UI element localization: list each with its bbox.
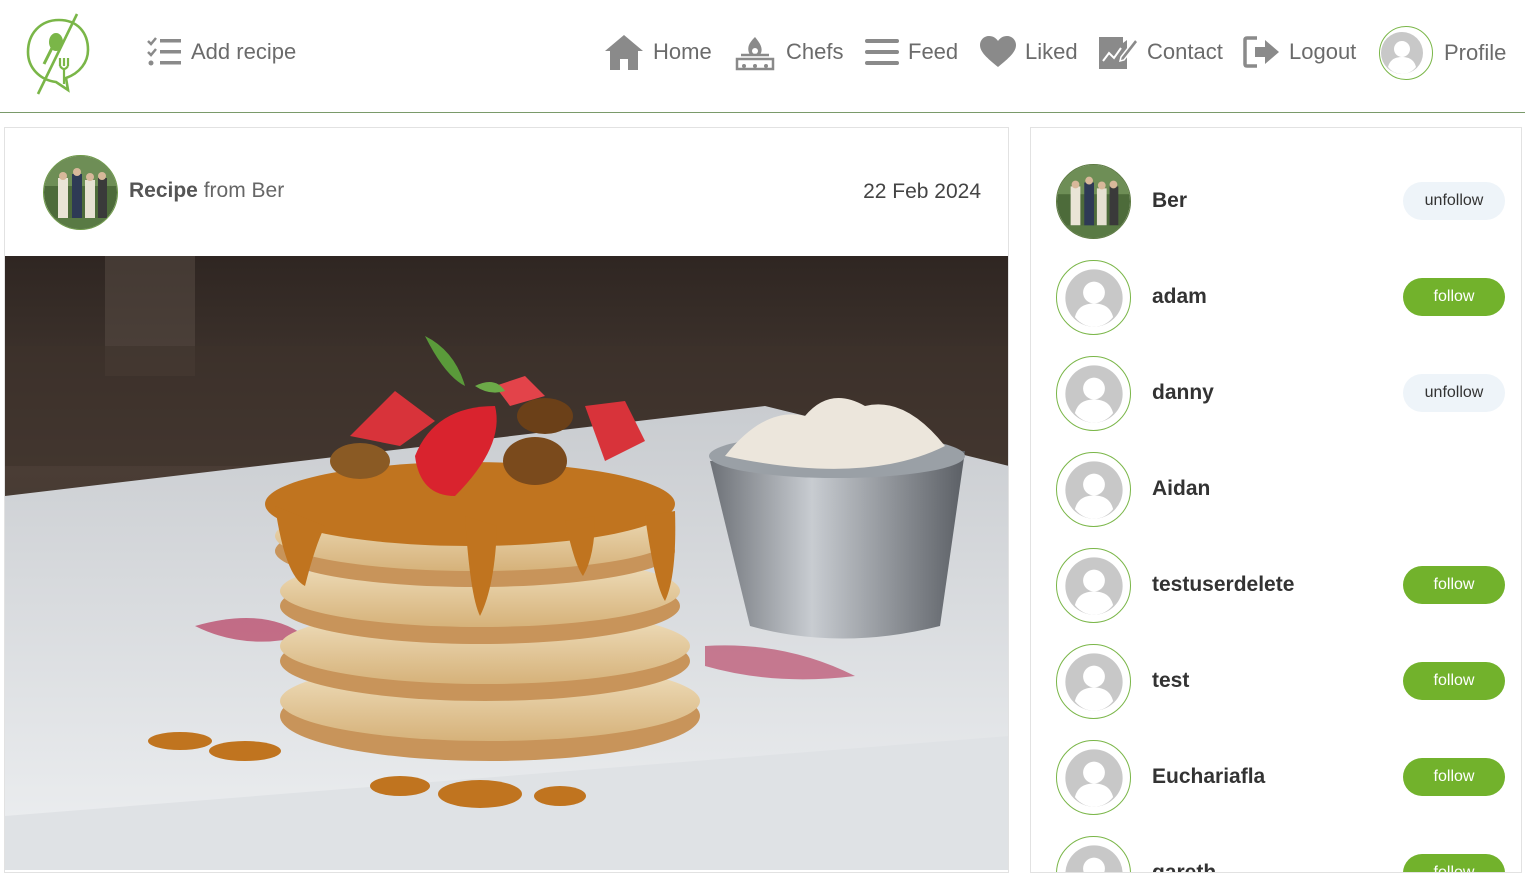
nav-home[interactable]: Home [603,30,712,74]
default-user-icon [1064,844,1123,872]
follow-button[interactable]: follow [1403,278,1505,316]
checklist-icon [147,37,181,66]
logout-icon [1243,36,1279,68]
default-user-icon [1064,748,1123,807]
chefs-sidebar: Ber unfollow adam follow danny unfollow [1030,127,1522,873]
chef-stove-icon [735,37,775,71]
chef-avatar[interactable] [1056,356,1131,431]
nav-logout-label: Logout [1289,39,1357,64]
default-user-icon [1064,460,1123,519]
top-navbar: Add recipe Home Chefs Feed Liked Contact… [0,0,1525,113]
follow-button[interactable]: follow [1403,854,1505,872]
heart-icon [980,36,1016,67]
chef-avatar[interactable] [1056,644,1131,719]
post-title-author: from Ber [197,179,285,202]
default-user-icon [1381,32,1423,74]
unfollow-button[interactable]: unfollow [1403,374,1505,412]
chef-name[interactable]: danny [1152,381,1214,405]
post-date: 22 Feb 2024 [863,180,981,203]
chef-row: danny unfollow [1031,354,1521,434]
post-header: Recipe from Ber 22 Feb 2024 [5,128,1008,256]
default-user-icon [1064,268,1123,327]
chef-name[interactable]: Aidan [1152,477,1210,501]
contact-edit-icon [1099,37,1139,69]
chef-avatar[interactable] [1056,452,1131,527]
chef-row: Ber unfollow [1031,162,1521,242]
unfollow-button[interactable]: unfollow [1403,182,1505,220]
chef-avatar[interactable] [1056,164,1131,239]
follow-button[interactable]: follow [1403,662,1505,700]
chef-name[interactable]: Euchariafla [1152,765,1265,789]
follow-button[interactable]: follow [1403,758,1505,796]
chef-row: Euchariafla follow [1031,738,1521,818]
nav-add-recipe[interactable]: Add recipe [145,30,296,74]
default-user-icon [1064,652,1123,711]
home-icon [605,35,643,70]
chef-name[interactable]: Ber [1152,189,1187,213]
nav-chefs[interactable]: Chefs [732,30,843,74]
chef-avatar[interactable] [1056,740,1131,815]
chef-name[interactable]: test [1152,669,1189,693]
pancake-stack-photo[interactable] [5,256,1008,870]
follow-button[interactable]: follow [1403,566,1505,604]
post-title: Recipe from Ber [129,179,284,203]
post-title-bold: Recipe [129,179,198,202]
chef-avatar[interactable] [1056,548,1131,623]
app-logo-icon[interactable] [22,12,96,96]
chef-row: adam follow [1031,258,1521,338]
nav-logout[interactable]: Logout [1243,30,1356,74]
chef-avatar[interactable] [1056,836,1131,872]
default-user-icon [1064,556,1123,615]
chef-row: gareth follow [1031,834,1521,872]
chef-name[interactable]: gareth [1152,861,1216,872]
chef-row: test follow [1031,642,1521,722]
nav-liked-label: Liked [1025,39,1078,64]
recipe-post-card: Recipe from Ber 22 Feb 2024 [4,127,1009,873]
nav-contact-label: Contact [1147,39,1223,64]
nav-feed[interactable]: Feed [864,30,958,74]
nav-feed-label: Feed [908,39,959,64]
chef-name[interactable]: testuserdelete [1152,573,1294,597]
feed-lines-icon [865,39,899,65]
nav-chefs-label: Chefs [786,39,844,64]
nav-add-recipe-label: Add recipe [191,39,297,64]
nav-profile-label: Profile [1444,40,1507,65]
default-user-icon [1064,364,1123,423]
nav-liked[interactable]: Liked [979,30,1078,74]
profile-avatar [1379,26,1433,80]
chef-name[interactable]: adam [1152,285,1207,309]
chef-row: Aidan [1031,450,1521,530]
nav-contact[interactable]: Contact [1097,30,1223,74]
nav-profile[interactable]: Profile [1379,26,1506,80]
nav-home-label: Home [653,39,712,64]
chef-avatar[interactable] [1056,260,1131,335]
chef-row: testuserdelete follow [1031,546,1521,626]
post-author-avatar[interactable] [43,155,118,230]
